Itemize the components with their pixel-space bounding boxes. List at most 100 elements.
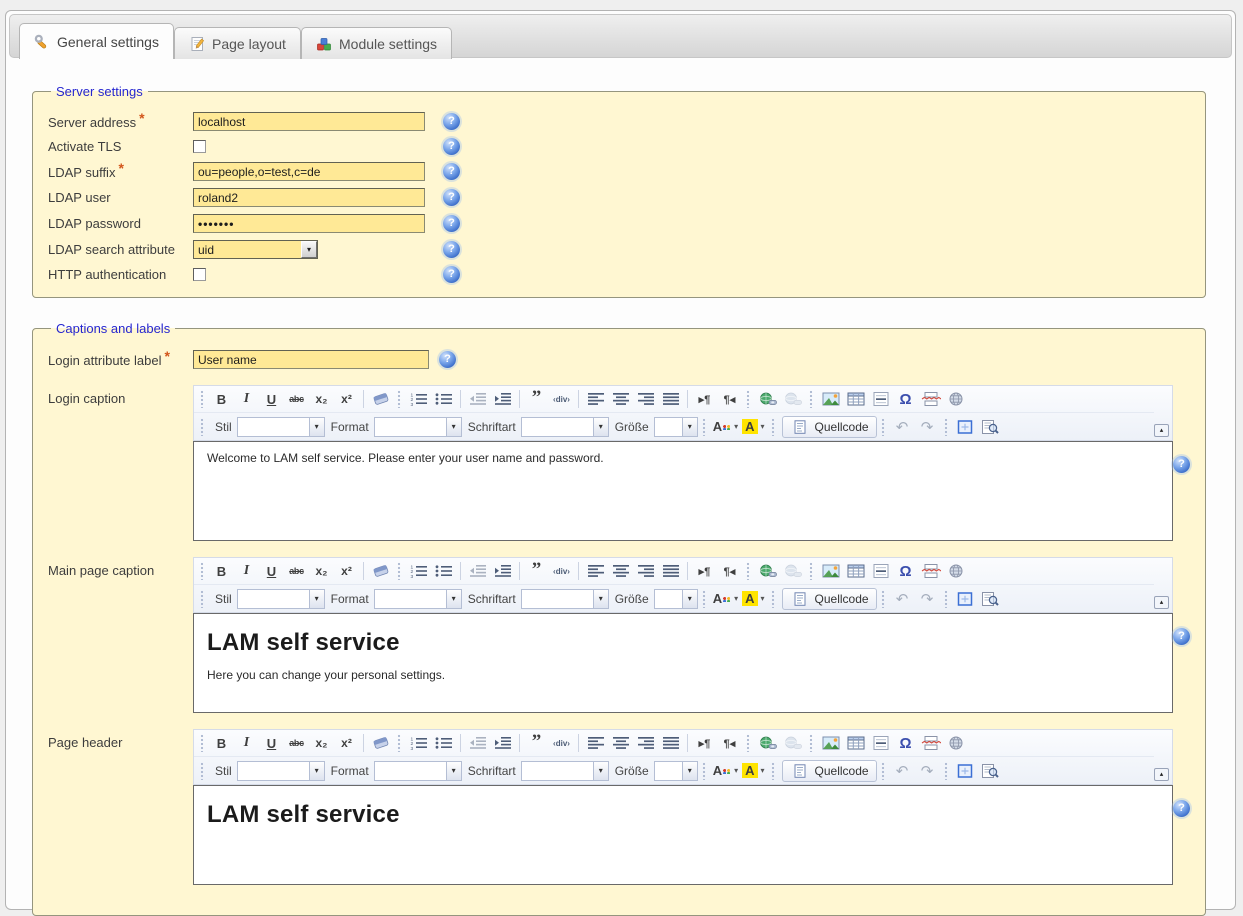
preview-icon[interactable]	[978, 416, 1003, 438]
bulleted-list-icon[interactable]	[431, 560, 456, 582]
underline-icon[interactable]: U	[259, 732, 284, 754]
text-direction-rtl-icon[interactable]: ¶◂	[717, 732, 742, 754]
page-break-icon[interactable]	[918, 732, 943, 754]
numbered-list-icon[interactable]	[406, 732, 431, 754]
tab-module-settings[interactable]: Module settings	[301, 27, 452, 59]
help-icon[interactable]: ?	[1173, 456, 1190, 473]
insert-image-icon[interactable]	[818, 560, 843, 582]
login-attribute-label-input[interactable]	[193, 350, 429, 369]
background-color-icon[interactable]: A▾	[740, 588, 766, 610]
insert-image-icon[interactable]	[818, 732, 843, 754]
help-icon[interactable]: ?	[1173, 800, 1190, 817]
help-icon[interactable]: ?	[443, 189, 460, 206]
subscript-icon[interactable]: x₂	[309, 388, 334, 410]
help-icon[interactable]: ?	[443, 113, 460, 130]
remove-format-icon[interactable]	[368, 732, 393, 754]
editor-content-area[interactable]: Welcome to LAM self service. Please ente…	[193, 441, 1173, 541]
bold-icon[interactable]: B	[209, 732, 234, 754]
source-code-icon[interactable]: Quellcode	[782, 760, 877, 782]
text-direction-ltr-icon[interactable]: ▸¶	[692, 732, 717, 754]
size-combo[interactable]: ▾	[654, 589, 698, 609]
underline-icon[interactable]: U	[259, 560, 284, 582]
size-combo[interactable]: ▾	[654, 417, 698, 437]
superscript-icon[interactable]: x²	[334, 560, 359, 582]
font-combo[interactable]: ▾	[521, 589, 609, 609]
help-icon[interactable]: ?	[443, 215, 460, 232]
server-address-input[interactable]	[193, 112, 425, 131]
align-justify-icon[interactable]	[658, 560, 683, 582]
tab-page-layout[interactable]: Page layout	[174, 27, 301, 59]
background-color-icon[interactable]: A▾	[740, 416, 766, 438]
collapse-toolbar-button[interactable]: ▴	[1154, 424, 1169, 437]
text-color-icon[interactable]: A▾	[711, 760, 740, 782]
bulleted-list-icon[interactable]	[431, 732, 456, 754]
iframe-icon[interactable]	[943, 560, 968, 582]
iframe-icon[interactable]	[943, 388, 968, 410]
subscript-icon[interactable]: x₂	[309, 560, 334, 582]
help-icon[interactable]: ?	[1173, 628, 1190, 645]
align-center-icon[interactable]	[608, 732, 633, 754]
background-color-icon[interactable]: A▾	[740, 760, 766, 782]
italic-icon[interactable]: I	[234, 388, 259, 410]
maximize-icon[interactable]	[953, 760, 978, 782]
activate-tls-checkbox[interactable]	[193, 140, 206, 153]
special-character-icon[interactable]: Ω	[893, 732, 918, 754]
insert-link-icon[interactable]	[755, 388, 780, 410]
editor-content-area[interactable]: LAM self serviceHere you can change your…	[193, 613, 1173, 713]
remove-format-icon[interactable]	[368, 560, 393, 582]
superscript-icon[interactable]: x²	[334, 388, 359, 410]
tab-general-settings[interactable]: General settings	[19, 23, 174, 59]
strikethrough-icon[interactable]: abc	[284, 560, 309, 582]
insert-table-icon[interactable]	[843, 560, 868, 582]
italic-icon[interactable]: I	[234, 732, 259, 754]
align-center-icon[interactable]	[608, 560, 633, 582]
insert-table-icon[interactable]	[843, 388, 868, 410]
numbered-list-icon[interactable]	[406, 560, 431, 582]
text-color-icon[interactable]: A▾	[711, 416, 740, 438]
help-icon[interactable]: ?	[443, 163, 460, 180]
align-justify-icon[interactable]	[658, 732, 683, 754]
bulleted-list-icon[interactable]	[431, 388, 456, 410]
format-combo[interactable]: ▾	[374, 417, 462, 437]
insert-link-icon[interactable]	[755, 732, 780, 754]
horizontal-rule-icon[interactable]	[868, 732, 893, 754]
bold-icon[interactable]: B	[209, 560, 234, 582]
align-left-icon[interactable]	[583, 388, 608, 410]
italic-icon[interactable]: I	[234, 560, 259, 582]
underline-icon[interactable]: U	[259, 388, 284, 410]
page-break-icon[interactable]	[918, 388, 943, 410]
blockquote-icon[interactable]: ”	[524, 732, 549, 754]
ldap-password-input[interactable]	[193, 214, 425, 233]
page-break-icon[interactable]	[918, 560, 943, 582]
align-right-icon[interactable]	[633, 560, 658, 582]
ldap-search-attribute-select[interactable]: uid▾	[193, 240, 318, 259]
text-direction-ltr-icon[interactable]: ▸¶	[692, 560, 717, 582]
format-combo[interactable]: ▾	[374, 761, 462, 781]
ldap-user-input[interactable]	[193, 188, 425, 207]
size-combo[interactable]: ▾	[654, 761, 698, 781]
bold-icon[interactable]: B	[209, 388, 234, 410]
help-icon[interactable]: ?	[443, 241, 460, 258]
horizontal-rule-icon[interactable]	[868, 388, 893, 410]
preview-icon[interactable]	[978, 760, 1003, 782]
source-code-icon[interactable]: Quellcode	[782, 416, 877, 438]
align-left-icon[interactable]	[583, 732, 608, 754]
collapse-toolbar-button[interactable]: ▴	[1154, 768, 1169, 781]
maximize-icon[interactable]	[953, 416, 978, 438]
http-authentication-checkbox[interactable]	[193, 268, 206, 281]
insert-link-icon[interactable]	[755, 560, 780, 582]
iframe-icon[interactable]	[943, 732, 968, 754]
font-combo[interactable]: ▾	[521, 761, 609, 781]
strikethrough-icon[interactable]: abc	[284, 388, 309, 410]
text-direction-rtl-icon[interactable]: ¶◂	[717, 388, 742, 410]
numbered-list-icon[interactable]	[406, 388, 431, 410]
strikethrough-icon[interactable]: abc	[284, 732, 309, 754]
create-div-icon[interactable]: ‹div›	[549, 388, 574, 410]
create-div-icon[interactable]: ‹div›	[549, 560, 574, 582]
subscript-icon[interactable]: x₂	[309, 732, 334, 754]
text-color-icon[interactable]: A▾	[711, 588, 740, 610]
collapse-toolbar-button[interactable]: ▴	[1154, 596, 1169, 609]
insert-table-icon[interactable]	[843, 732, 868, 754]
special-character-icon[interactable]: Ω	[893, 560, 918, 582]
align-right-icon[interactable]	[633, 732, 658, 754]
